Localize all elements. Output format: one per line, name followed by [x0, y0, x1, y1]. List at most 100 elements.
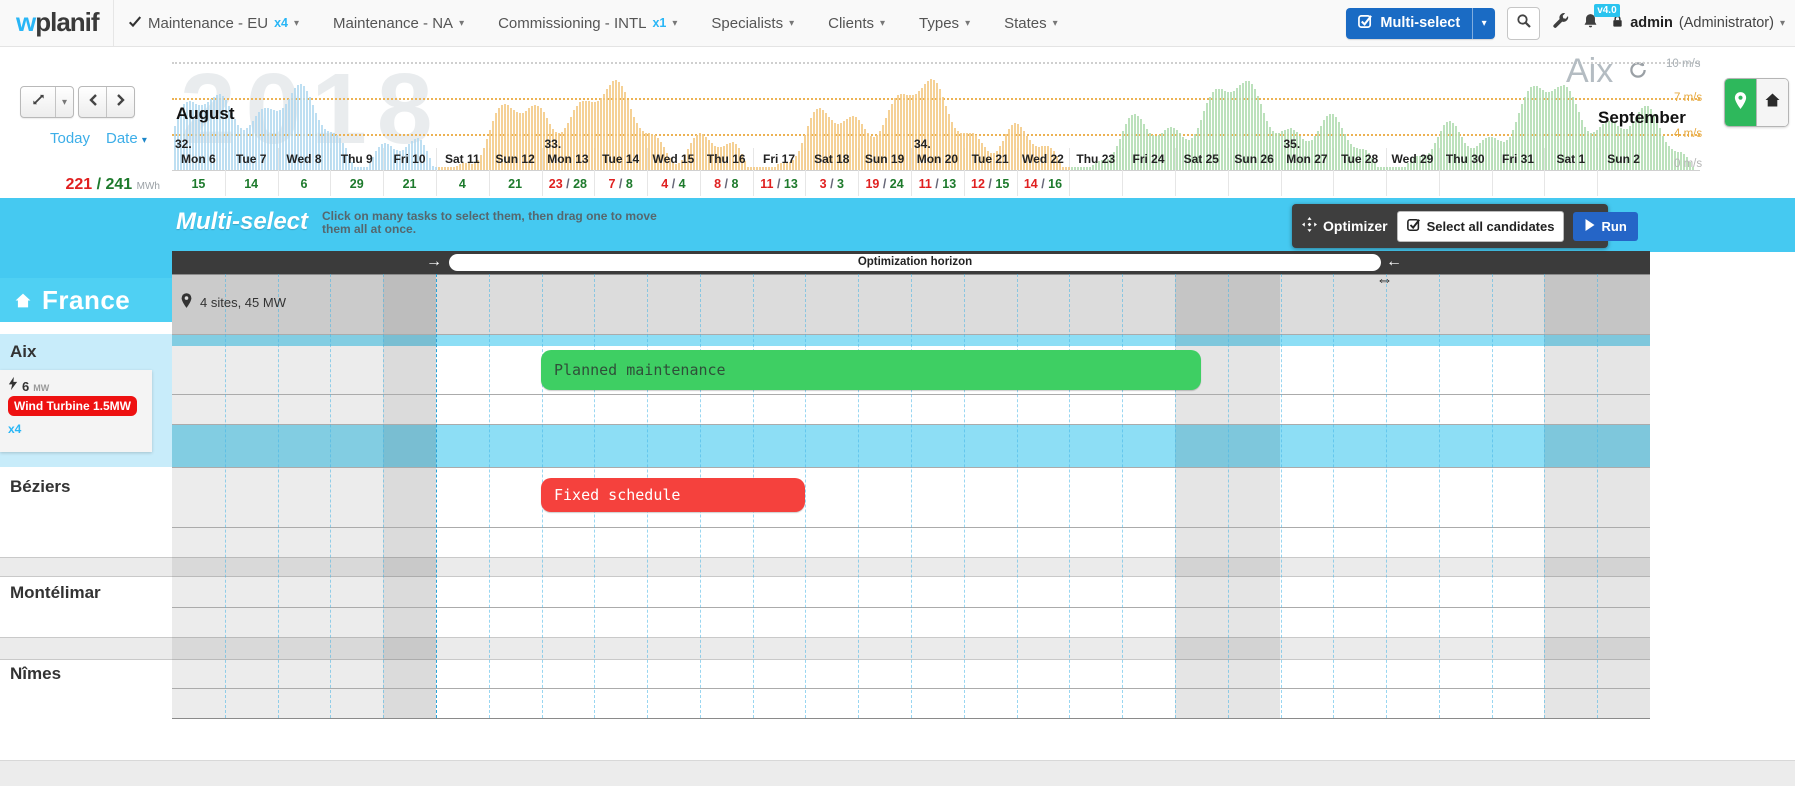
chevron-down-icon: ▾ [1780, 18, 1785, 29]
day-gridline [1069, 274, 1070, 718]
multi-select-split-button[interactable]: Multi-select ▾ [1346, 8, 1495, 39]
day-gridline [1281, 274, 1282, 718]
day-label: Sat 1 [1544, 152, 1597, 166]
sidebar-site-nimes[interactable]: Nîmes [10, 664, 61, 684]
sidebar-site-aix[interactable]: Aix [10, 342, 36, 362]
menu-item-1[interactable]: Maintenance - NA▾ [333, 15, 464, 32]
wind-bar [1071, 167, 1073, 170]
wind-bar [1401, 167, 1403, 170]
menu-item-label: States [1004, 15, 1047, 32]
wind-bar [1398, 167, 1400, 170]
date-dropdown[interactable]: Date ▾ [106, 130, 147, 147]
day-label: Thu 23 [1069, 152, 1122, 166]
day-label: Thu 30 [1439, 152, 1492, 166]
settings-wrench-button[interactable] [1552, 12, 1570, 35]
day-energy-value: 6 [278, 177, 331, 191]
equipment-card: 6MW Wind Turbine 1.5MW x4 [0, 370, 152, 452]
timeline-nav-control [78, 86, 135, 118]
home-view-button[interactable] [1756, 79, 1788, 126]
main-menu: Maintenance - EUx4▾ Maintenance - NA▾ Comm… [128, 0, 1058, 46]
menu-item-count-badge: x4 [274, 16, 288, 30]
multi-select-caret[interactable]: ▾ [1472, 8, 1495, 39]
day-label: Thu 16 [700, 152, 753, 166]
search-button[interactable] [1507, 7, 1540, 40]
day-label: Sat 18 [805, 152, 858, 166]
home-icon [1764, 92, 1781, 113]
sidebar-group-france[interactable]: France [0, 278, 172, 322]
day-gridline [1122, 274, 1123, 718]
optimization-horizon-bar[interactable]: Optimization horizon [449, 254, 1381, 271]
app-logo[interactable]: wplanif [16, 7, 99, 38]
wind-bar [363, 167, 365, 170]
version-badge: v4.0 [1594, 4, 1619, 17]
notifications-button[interactable]: v4.0 [1582, 12, 1599, 35]
task-bar-fixed-schedule[interactable]: Fixed schedule [541, 478, 805, 512]
menu-item-3[interactable]: Specialists▾ [711, 15, 794, 32]
user-menu[interactable]: admin (Administrator) ▾ [1611, 14, 1785, 32]
day-label: Tue 14 [594, 152, 647, 166]
wind-bar [756, 167, 758, 170]
day-label: Sun 19 [858, 152, 911, 166]
day-label: Wed 29 [1386, 152, 1439, 166]
wind-bar [1392, 167, 1394, 170]
horizon-start-arrow-icon[interactable]: → [426, 253, 442, 270]
menu-item-0[interactable]: Maintenance - EUx4▾ [128, 15, 299, 32]
task-bar-planned-maintenance[interactable]: Planned maintenance [541, 350, 1201, 390]
expand-range-button[interactable] [21, 87, 55, 117]
move-arrows-icon [1302, 217, 1317, 235]
day-energy-value: 7 / 8 [594, 177, 647, 191]
wind-bar [1068, 167, 1070, 170]
wind-bar [432, 166, 434, 170]
wind-bar [1386, 167, 1388, 170]
day-energy-value: 4 [436, 177, 489, 191]
menu-item-2[interactable]: Commissioning - INTLx1▾ [498, 15, 677, 32]
zoom-range-control: ▾ [20, 86, 74, 118]
sidebar-site-beziers[interactable]: Béziers [10, 477, 70, 497]
day-energy-value: 15 [172, 177, 225, 191]
today-link[interactable]: Today [50, 130, 90, 147]
day-energy-value: 29 [330, 177, 383, 191]
wind-bar [1383, 167, 1385, 170]
checkbox-check-icon [1358, 14, 1373, 33]
previous-period-button[interactable] [79, 87, 106, 117]
footer-bar [0, 760, 1795, 786]
day-gridline [1544, 274, 1545, 718]
multi-select-button[interactable]: Multi-select [1346, 8, 1472, 39]
next-period-button[interactable] [106, 87, 134, 117]
day-energy-value: 12 / 15 [964, 177, 1017, 191]
day-gridline [278, 274, 279, 718]
chevron-right-icon [116, 93, 126, 111]
wind-bar [438, 167, 440, 170]
map-pin-button[interactable] [1725, 79, 1756, 126]
wind-bar [1377, 167, 1379, 170]
menu-item-label: Commissioning - INTL [498, 15, 646, 32]
select-all-candidates-button[interactable]: Select all candidates [1397, 211, 1565, 242]
banner-left-patch [0, 252, 172, 278]
wind-bar [759, 167, 761, 170]
chevron-down-icon: ▾ [880, 18, 885, 29]
chevron-left-icon [88, 93, 98, 111]
day-label: Sun 26 [1228, 152, 1281, 166]
horizon-end-arrow-icon[interactable]: ← [1386, 253, 1402, 270]
month-label-september: September [1598, 108, 1686, 128]
wind-bar [447, 167, 449, 170]
chevron-down-icon: ▾ [965, 18, 970, 29]
day-gridline [330, 274, 331, 718]
run-button[interactable]: Run [1573, 212, 1637, 241]
wind-bar [1086, 167, 1088, 170]
wind-bar [1080, 167, 1082, 170]
menu-item-5[interactable]: Types▾ [919, 15, 970, 32]
checkbox-check-icon [1407, 218, 1421, 235]
day-gridline [1333, 274, 1334, 718]
sidebar-site-montelimar[interactable]: Montélimar [10, 583, 101, 603]
equipment-type-badge[interactable]: Wind Turbine 1.5MW [8, 396, 137, 416]
range-caret-button[interactable]: ▾ [55, 87, 73, 117]
user-role: (Administrator) [1679, 15, 1774, 31]
menu-item-6[interactable]: States▾ [1004, 15, 1058, 32]
day-label: Tue 28 [1333, 152, 1386, 166]
wind-bar [1671, 149, 1673, 170]
week-number-label: 32. [175, 137, 192, 151]
month-label-august: August [176, 104, 235, 124]
menu-item-4[interactable]: Clients▾ [828, 15, 885, 32]
day-label: Sat 11 [436, 152, 489, 166]
